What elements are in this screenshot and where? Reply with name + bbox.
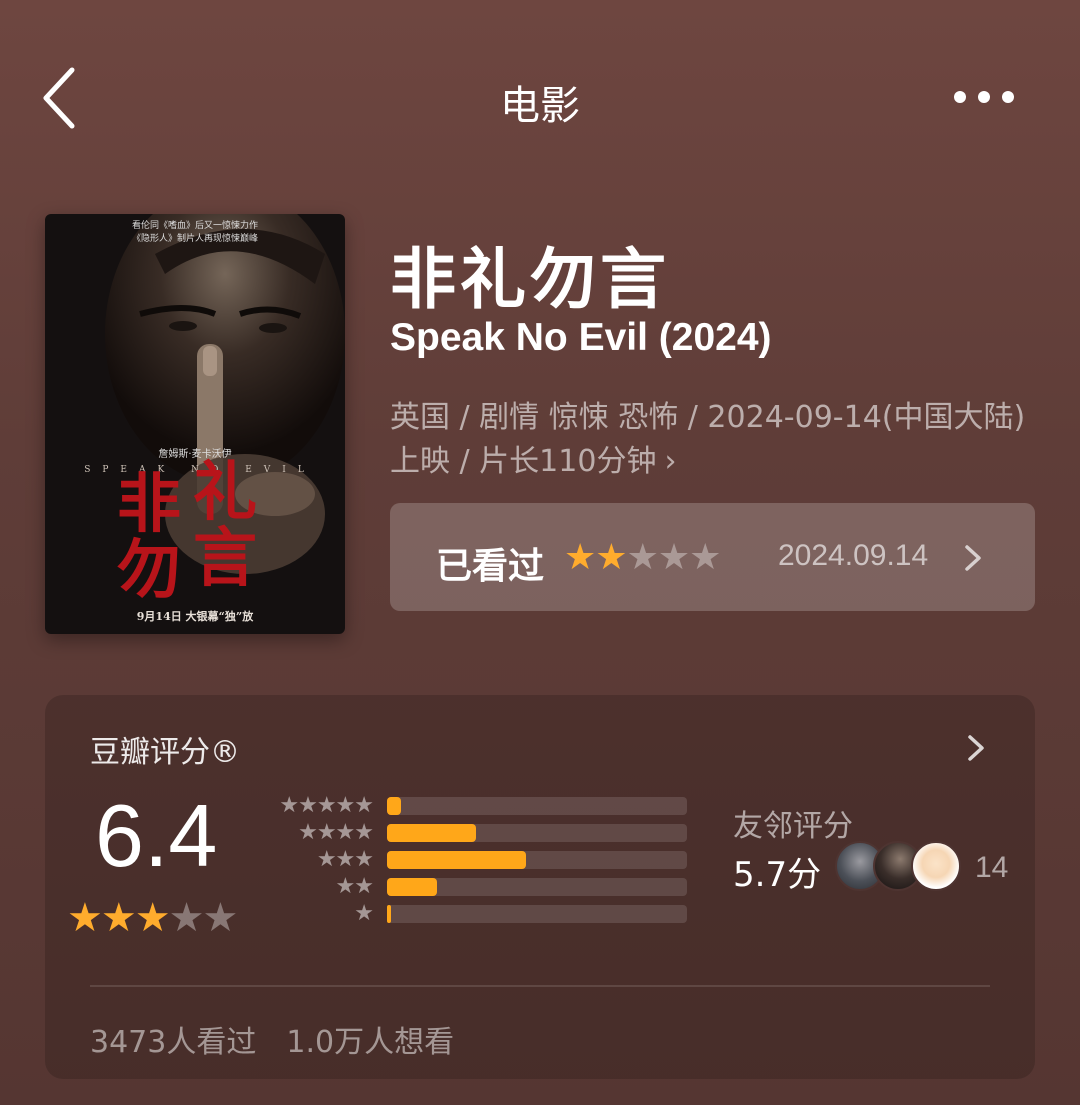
distribution-bar-track <box>387 824 687 842</box>
distribution-bar-track <box>387 851 687 869</box>
more-button[interactable] <box>948 84 1020 110</box>
star-filled-icon: ★ <box>100 895 137 941</box>
want-count: 1.0万人想看 <box>286 1025 455 1060</box>
douban-rating-card[interactable]: 豆瓣评分® 6.4 ★★★★★ ★★★★★ ★★★★ ★★★ ★★ ★ 友邻评分 5.7… <box>45 695 1035 1079</box>
movie-meta[interactable]: 英国 / 剧情 惊悚 恐怖 / 2024-09-14(中国大陆)上映 / 片长1… <box>390 396 1030 484</box>
watched-date: 2024.09.14 <box>778 539 929 572</box>
friends-rating-label: 友邻评分 <box>733 809 853 844</box>
star-filled-icon: ★ <box>595 537 627 578</box>
svg-text:非: 非 <box>117 467 181 542</box>
user-rating-stars: ★★★★★ <box>564 537 721 578</box>
more-dots-icon <box>954 91 1014 103</box>
distribution-star-label: ★★★★★ <box>279 793 374 818</box>
distribution-bar-fill <box>387 905 391 923</box>
chevron-right-icon[interactable] <box>965 733 987 763</box>
douban-score-stars: ★★★★★ <box>67 895 238 941</box>
friends-count: 14 <box>975 851 1009 884</box>
chevron-right-icon: › <box>664 444 677 479</box>
distribution-row: ★★★ <box>253 847 374 872</box>
watched-label: 已看过 <box>436 546 545 587</box>
poster-tagline-2: 《隐形人》制片人再现惊悚巅峰 <box>132 232 258 244</box>
distribution-row: ★★★★ <box>253 820 374 845</box>
friends-rating-score: 5.7分 <box>733 855 822 895</box>
star-empty-icon: ★ <box>202 895 238 941</box>
distribution-star-label: ★ <box>354 901 374 926</box>
svg-text:言: 言 <box>193 521 257 596</box>
watched-count: 3473人看过 <box>90 1025 257 1060</box>
svg-text:勿: 勿 <box>117 533 181 608</box>
divider <box>90 985 990 987</box>
star-filled-icon: ★ <box>564 537 596 578</box>
avatar <box>911 841 961 891</box>
star-empty-icon: ★ <box>657 537 690 578</box>
distribution-bar-fill <box>387 797 401 815</box>
page-title: 电影 <box>500 83 580 129</box>
star-empty-icon: ★ <box>626 537 659 578</box>
movie-meta-text: 英国 / 剧情 惊悚 恐怖 / 2024-09-14(中国大陆)上映 / 片长1… <box>390 400 1026 479</box>
douban-score: 6.4 <box>95 786 218 885</box>
movie-title-en: Speak No Evil (2024) <box>390 316 772 359</box>
friend-avatars[interactable] <box>835 841 975 891</box>
watched-status-card[interactable]: 已看过 ★★★★★ 2024.09.14 <box>390 503 1035 611</box>
star-empty-icon: ★ <box>689 537 721 578</box>
distribution-row: ★★ <box>253 874 374 899</box>
star-filled-icon: ★ <box>134 895 171 941</box>
distribution-bar-fill <box>387 878 437 896</box>
audience-counts: 3473人看过 1.0万人想看 <box>90 1017 484 1061</box>
svg-text:礼: 礼 <box>193 455 257 530</box>
distribution-star-label: ★★ <box>335 874 374 899</box>
douban-rating-header: 豆瓣评分® <box>90 735 240 770</box>
distribution-bar-track <box>387 878 687 896</box>
poster-release-line: 9月14日 大银幕“独”放 <box>137 609 254 623</box>
navigation-bar: 电影 <box>0 0 1080 195</box>
poster-tagline-1: 看伦同《嗜血》后又一惊悚力作 <box>132 219 258 231</box>
distribution-bar-fill <box>387 851 526 869</box>
star-empty-icon: ★ <box>168 895 205 941</box>
distribution-row: ★★★★★ <box>253 793 374 818</box>
star-filled-icon: ★ <box>67 895 103 941</box>
distribution-bar-fill <box>387 824 476 842</box>
distribution-star-label: ★★★ <box>316 847 374 872</box>
distribution-star-label: ★★★★ <box>298 820 374 845</box>
distribution-row: ★ <box>253 901 374 926</box>
chevron-right-icon <box>965 545 981 571</box>
distribution-bar-track <box>387 905 687 923</box>
movie-poster[interactable]: 看伦同《嗜血》后又一惊悚力作 《隐形人》制片人再现惊悚巅峰 詹姆斯·麦卡沃伊 S… <box>45 214 345 634</box>
movie-title-cn: 非礼勿言 <box>390 241 670 318</box>
distribution-bar-track <box>387 797 687 815</box>
